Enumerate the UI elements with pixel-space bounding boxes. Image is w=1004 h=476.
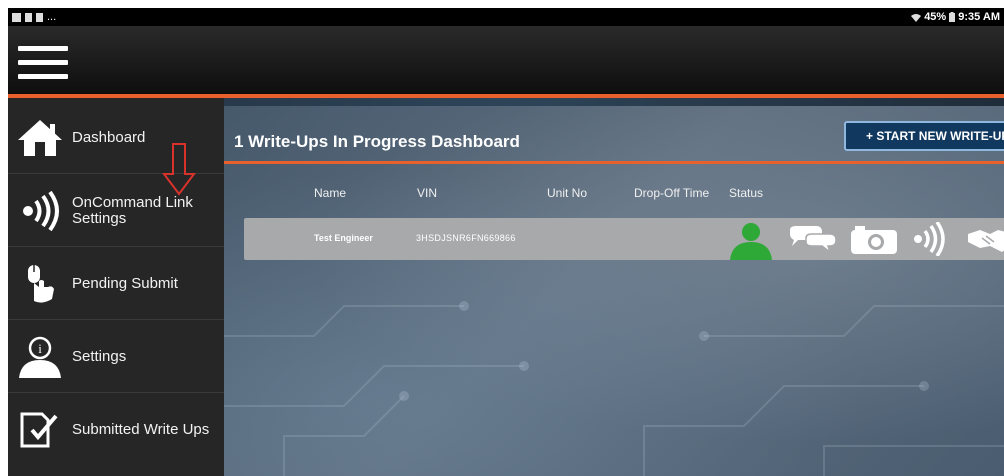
title-accent-line: [224, 161, 1004, 164]
camera-icon[interactable]: [849, 224, 899, 256]
hamburger-menu-icon[interactable]: [18, 46, 68, 80]
notification-icon: [36, 12, 43, 22]
handshake-icon[interactable]: [968, 226, 1004, 254]
wifi-icon: [911, 13, 922, 22]
sidebar-item-settings[interactable]: i Settings: [8, 321, 224, 393]
status-bar-left: ...: [12, 11, 56, 23]
battery-level: 45%: [924, 11, 947, 23]
table-row[interactable]: Test Engineer 3HSDJSNR6FN669866: [244, 218, 1004, 260]
column-header-drop-off-time: Drop-Off Time: [634, 186, 710, 200]
sidebar-item-submitted-write-ups[interactable]: Submitted Write Ups: [8, 394, 224, 466]
column-header-status: Status: [729, 186, 764, 200]
row-vin: 3HSDJSNR6FN669866: [416, 233, 516, 243]
annotation-arrow-icon: [162, 143, 196, 196]
sidebar-item-pending-submit[interactable]: Pending Submit: [8, 248, 224, 320]
row-name: Test Engineer: [314, 233, 373, 243]
chat-icon[interactable]: [788, 226, 836, 254]
sidebar-item-label: OnCommand Link Settings: [72, 193, 193, 227]
start-new-write-up-button[interactable]: + START NEW WRITE-UP: [844, 121, 1004, 151]
sidebar-item-label: Settings: [72, 347, 127, 365]
sidebar-item-label: Pending Submit: [72, 274, 178, 292]
mouse-hand-icon: [28, 264, 54, 303]
gallery-notification-icon: [12, 12, 21, 22]
notification-icon: [25, 12, 32, 22]
sidebar-item-label: Submitted Write Ups: [72, 421, 210, 438]
document-check-icon: [20, 412, 58, 448]
user-icon[interactable]: [728, 222, 774, 260]
column-header-unit-no: Unit No: [547, 186, 588, 200]
column-header-name: Name: [314, 186, 347, 200]
app-header: [8, 26, 1004, 94]
status-overflow: ...: [47, 11, 57, 23]
battery-icon: [949, 12, 956, 22]
page-title: 1 Write-Ups In Progress Dashboard: [234, 132, 520, 151]
wireless-signal-icon: [23, 190, 59, 231]
status-bar-right: 45% 9:35 AM: [911, 11, 1000, 23]
home-icon: [18, 119, 62, 156]
status-bar: ... 45% 9:35 AM: [8, 8, 1004, 26]
app-frame: ... 45% 9:35 AM Dashboard OnCommand Link…: [8, 8, 1004, 476]
dashboard-panel: 1 Write-Ups In Progress Dashboard + STAR…: [224, 106, 1004, 476]
column-header-vin: VIN: [417, 186, 438, 200]
user-info-icon: i: [19, 336, 61, 378]
clock: 9:35 AM: [958, 11, 1000, 23]
wireless-signal-icon[interactable]: [912, 222, 948, 256]
svg-text:i: i: [38, 341, 42, 356]
